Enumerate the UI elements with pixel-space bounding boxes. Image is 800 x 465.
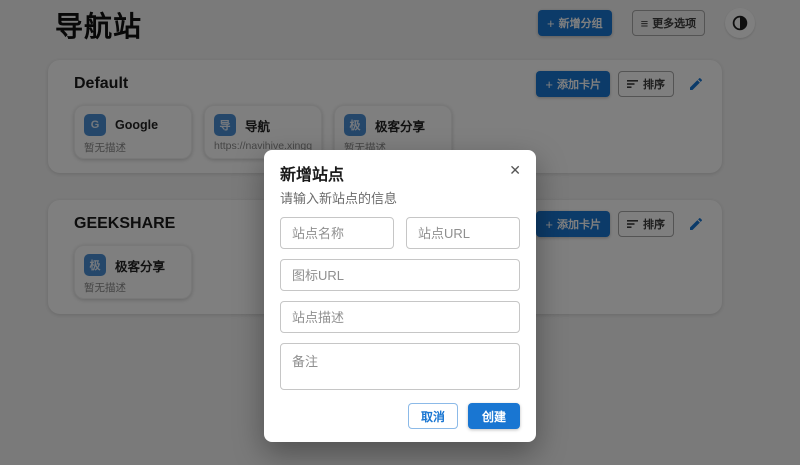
add-site-modal: ✕ 新增站点 请输入新站点的信息 取消 创建: [264, 150, 536, 442]
create-button[interactable]: 创建: [467, 403, 520, 429]
modal-actions: 取消 创建: [280, 403, 520, 429]
site-url-input[interactable]: [406, 217, 520, 249]
modal-title: 新增站点: [280, 167, 345, 184]
site-name-input[interactable]: [280, 217, 394, 249]
app-root: 导航站 + 新增分组 ≡ 更多选项 Default + 添加卡: [0, 0, 800, 465]
close-icon[interactable]: ✕: [505, 159, 525, 181]
remark-textarea[interactable]: [280, 343, 520, 390]
form-row: [280, 217, 520, 249]
site-description-input[interactable]: [280, 301, 520, 333]
icon-url-input[interactable]: [280, 259, 520, 291]
modal-subtitle: 请输入新站点的信息: [280, 191, 398, 206]
cancel-button[interactable]: 取消: [407, 403, 458, 429]
